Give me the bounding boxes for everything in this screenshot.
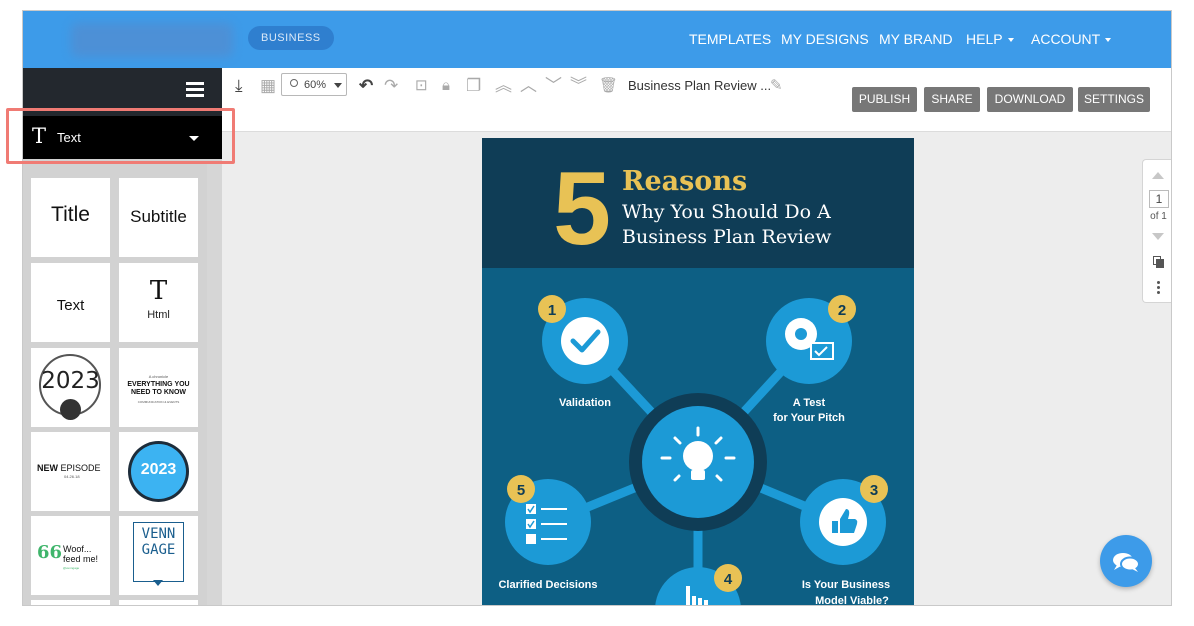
tile-everything-you-need[interactable]: A chronicle EVERYTHING YOU NEED TO KNOW … [119, 348, 198, 427]
undo-icon[interactable]: ↶ [359, 77, 373, 95]
design-canvas[interactable]: 5 Reasons Why You Should Do A Business P… [482, 138, 914, 606]
tile-2023-circle[interactable]: 2023 [31, 348, 110, 427]
node-2-label-1: A Test [793, 397, 826, 409]
tile-small: A chronicle [148, 374, 169, 379]
tile-html[interactable]: T Html [119, 263, 198, 342]
tile-woof-text: Woof... feed me! [63, 544, 99, 564]
save-icon[interactable]: ⤓ [235, 77, 243, 95]
edit-icon[interactable]: ✎ [770, 77, 783, 95]
page-number-input[interactable]: 1 [1149, 190, 1169, 208]
tile-label: Title [51, 203, 90, 226]
html-t-icon: T [149, 276, 168, 306]
redo-icon[interactable]: ↷ [384, 77, 398, 95]
node-2-label-2: for Your Pitch [773, 412, 845, 424]
chat-icon [1113, 553, 1140, 572]
quote-icon: 66 [37, 542, 63, 563]
magnifier-icon [290, 79, 298, 87]
send-backward-icon[interactable]: ﹀ [545, 77, 562, 95]
transparency-icon[interactable]: ▦ [260, 77, 276, 95]
tile-sublabel: Html [147, 309, 170, 321]
tile-woof[interactable]: 66 Woof... feed me! @venngage [31, 516, 110, 595]
share-button[interactable]: SHARE [924, 87, 980, 112]
publish-button[interactable]: PUBLISH [852, 87, 917, 112]
chevron-down-icon [334, 83, 342, 88]
page-down-icon[interactable] [1152, 233, 1164, 240]
tile-foot: COMMUNICATION & EVENTS [137, 400, 180, 404]
bring-forward-icon[interactable]: ︿ [520, 77, 537, 95]
nav-my-brand[interactable]: MY BRAND [879, 31, 953, 47]
page-count: of 1 [1150, 211, 1167, 222]
tile-partial[interactable] [119, 600, 198, 605]
tile-year: 2023 [140, 461, 177, 478]
more-options-icon[interactable] [1157, 281, 1160, 294]
nav-my-designs[interactable]: MY DESIGNS [781, 31, 869, 47]
tile-new-episode[interactable]: NEW EPISODE 04.26.18 [31, 432, 110, 511]
tile-text[interactable]: Text [31, 263, 110, 342]
tile-venngage[interactable]: VENN GAGE [119, 516, 198, 595]
tile-subtitle[interactable]: Subtitle [119, 178, 198, 257]
crop-icon[interactable]: ⊡ [415, 77, 428, 95]
tile-2023-badge[interactable]: 2023 [119, 432, 198, 511]
top-navbar: BUSINESS TEMPLATES MY DESIGNS MY BRAND H… [23, 11, 1171, 68]
logo[interactable] [71, 23, 233, 57]
editor-toolbar: ⤓ ▦ 60% ↶ ↷ ⊡ 🔒︎ ❐ ︽ ︿ ﹀ ︾ 🗑︎ Business P… [222, 68, 1171, 132]
send-back-icon[interactable]: ︾ [570, 77, 587, 95]
node-3-label-1: Is Your Business [802, 579, 890, 591]
nav-templates[interactable]: TEMPLATES [689, 31, 771, 47]
infographic-heading: Reasons [622, 166, 747, 197]
node-5-label: Clarified Decisions [498, 579, 597, 591]
chevron-down-icon [1105, 38, 1112, 43]
page-up-icon[interactable] [1152, 172, 1164, 179]
duplicate-icon[interactable]: ❐ [466, 77, 481, 95]
node-4-number: 4 [724, 571, 733, 588]
node-3-number: 3 [870, 482, 878, 499]
tile-partial[interactable] [31, 600, 110, 605]
zoom-value: 60% [304, 79, 327, 91]
node-1-label: Validation [559, 397, 611, 409]
tile-heading: EVERYTHING YOU NEED TO KNOW [127, 381, 190, 396]
infographic: 5 Reasons Why You Should Do A Business P… [482, 138, 914, 606]
node-5-number: 5 [517, 482, 525, 499]
tile-episode-title: NEW EPISODE [37, 463, 101, 473]
copy-page-icon-back [1156, 259, 1164, 268]
tile-woof-foot: @venngage [63, 566, 80, 570]
tile-year: 2023 [41, 368, 100, 394]
tile-label: Text [56, 297, 85, 314]
download-button[interactable]: DOWNLOAD [987, 87, 1073, 112]
nav-account[interactable]: ACCOUNT [1031, 31, 1112, 47]
node-2-number: 2 [838, 302, 846, 319]
settings-button[interactable]: SETTINGS [1078, 87, 1150, 112]
nav-help[interactable]: HELP [966, 31, 1014, 47]
infographic-subheading-2: Business Plan Review [622, 226, 832, 248]
business-badge[interactable]: BUSINESS [248, 26, 334, 50]
tile-title[interactable]: Title [31, 178, 110, 257]
zoom-select[interactable]: 60% [281, 73, 347, 96]
lock-icon[interactable]: 🔒︎ [442, 77, 450, 95]
big-number: 5 [553, 151, 611, 267]
trash-icon[interactable]: 🗑︎ [599, 77, 618, 95]
chevron-down-icon [1007, 38, 1014, 43]
page-navigator: 1 of 1 [1142, 159, 1171, 303]
hamburger-icon[interactable] [186, 82, 204, 98]
pointer-icon [153, 580, 163, 586]
chat-button[interactable] [1100, 535, 1152, 587]
tile-label: Subtitle [130, 207, 187, 226]
check-icon [561, 317, 609, 365]
hand-icon [60, 399, 81, 420]
document-title[interactable]: Business Plan Review ... [628, 78, 771, 93]
sidebar-scrollbar[interactable] [207, 164, 222, 605]
highlight-box [6, 108, 235, 164]
checklist-icon [526, 504, 567, 544]
bring-front-icon[interactable]: ︽ [495, 77, 512, 95]
node-3-label-2: Model Viable? [815, 595, 889, 606]
tile-episode-date: 04.26.18 [64, 474, 80, 479]
node-1-number: 1 [548, 302, 556, 319]
infographic-subheading-1: Why You Should Do A [622, 201, 831, 223]
app-frame: BUSINESS TEMPLATES MY DESIGNS MY BRAND H… [22, 10, 1172, 606]
tile-venngage-text: VENN GAGE [141, 526, 176, 558]
